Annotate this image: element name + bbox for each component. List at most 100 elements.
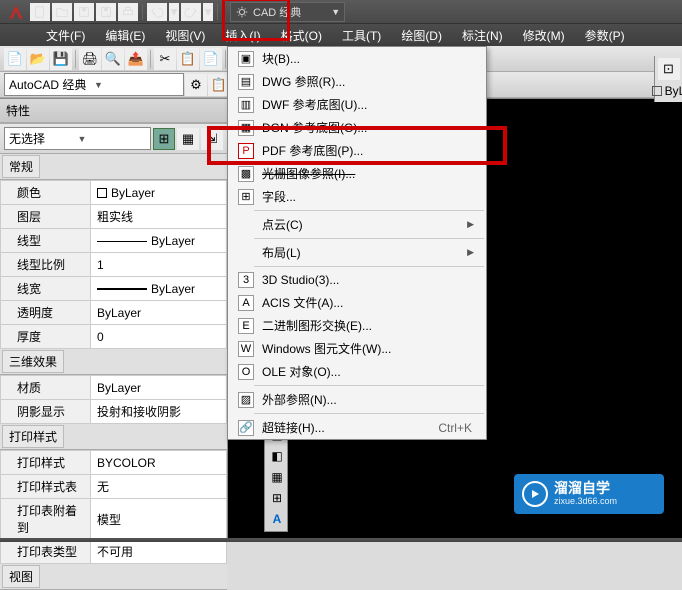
vtool-gradient-icon[interactable]: ◧ <box>267 446 287 466</box>
workspace-combo-label: AutoCAD 经典 <box>9 76 94 93</box>
menu-block[interactable]: ▣块(B)... <box>228 47 486 70</box>
table-row: 线型比例1 <box>1 253 227 277</box>
bylayer-checkbox[interactable]: ByL <box>648 82 682 100</box>
acis-icon: A <box>238 295 254 311</box>
right-tool-1-icon[interactable]: ⊡ <box>658 58 680 80</box>
menu-dimension[interactable]: 标注(N) <box>452 24 513 47</box>
tool-new-icon[interactable]: 📄 <box>4 48 26 70</box>
vtool-region-icon[interactable]: ▦ <box>267 467 287 487</box>
menu-view[interactable]: 视图(V) <box>155 24 215 47</box>
tool-save-icon[interactable]: 💾 <box>50 48 72 70</box>
qat-save-icon[interactable] <box>74 3 94 21</box>
app-logo-icon <box>4 2 28 22</box>
hyperlink-icon: 🔗 <box>238 420 254 436</box>
menu-raster-ref[interactable]: ▩光栅图像参照(I)... <box>228 162 486 185</box>
workspace-label: CAD 经典 <box>253 4 301 20</box>
quick-select-icon[interactable]: ⊞ <box>153 128 175 150</box>
chevron-down-icon: ▼ <box>94 80 179 90</box>
title-bar: ▾ ▾ CAD 经典 ▼ <box>0 0 682 24</box>
selection-combo[interactable]: 无选择 ▼ <box>4 127 151 150</box>
table-row: 打印表类型不可用 <box>1 540 227 564</box>
table-row: 打印样式表无 <box>1 475 227 499</box>
status-bar <box>0 538 682 542</box>
menu-layout[interactable]: 布局(L)▶ <box>228 241 486 264</box>
qat-new-icon[interactable] <box>30 3 50 21</box>
menu-dwf-underlay[interactable]: ▥DWF 参考底图(U)... <box>228 93 486 116</box>
menu-edit[interactable]: 编辑(E) <box>95 24 155 47</box>
tool-open-icon[interactable]: 📂 <box>27 48 49 70</box>
dxf-icon: E <box>238 318 254 334</box>
qat-undo-icon[interactable] <box>147 3 167 21</box>
watermark-text: 溜溜自学 <box>554 481 617 496</box>
dgn-icon: ▦ <box>238 120 254 136</box>
tool-publish-icon[interactable]: 📤 <box>125 48 147 70</box>
table-row: 线型ByLayer <box>1 229 227 253</box>
menu-hyperlink[interactable]: 🔗超链接(H)...Ctrl+K <box>228 416 486 439</box>
vtool-text-icon[interactable]: A <box>267 509 287 529</box>
props-general-table: 颜色ByLayer 图层粗实线 线型ByLayer 线型比例1 线宽ByLaye… <box>0 180 227 349</box>
qat-undo-dropdown-icon[interactable]: ▾ <box>169 3 179 21</box>
menu-point-cloud[interactable]: 点云(C)▶ <box>228 213 486 236</box>
gear-icon <box>235 5 249 19</box>
tool-paste-icon[interactable]: 📄 <box>200 48 222 70</box>
workspace-combo[interactable]: AutoCAD 经典 ▼ <box>4 73 184 96</box>
menu-draw[interactable]: 绘图(D) <box>391 24 452 47</box>
submenu-arrow-icon: ▶ <box>467 247 480 258</box>
qat-saveas-icon[interactable] <box>96 3 116 21</box>
menu-tools[interactable]: 工具(T) <box>332 24 391 47</box>
qat-redo-dropdown-icon[interactable]: ▾ <box>203 3 213 21</box>
pdf-icon: P <box>238 143 254 159</box>
watermark-url: zixue.3d66.com <box>554 497 617 507</box>
workspace-settings-icon[interactable]: ⚙ <box>185 74 207 96</box>
qat-redo-icon[interactable] <box>181 3 201 21</box>
menu-3d-studio[interactable]: 33D Studio(3)... <box>228 269 486 291</box>
qat-open-icon[interactable] <box>52 3 72 21</box>
tool-copy-icon[interactable]: 📋 <box>177 48 199 70</box>
vtool-table-icon[interactable]: ⊞ <box>267 488 287 508</box>
table-row: 打印样式BYCOLOR <box>1 451 227 475</box>
insert-dropdown: ▣块(B)... ▤DWG 参照(R)... ▥DWF 参考底图(U)... ▦… <box>227 46 487 440</box>
select-arrow-icon[interactable]: ⇲ <box>201 128 223 150</box>
menu-dwg-ref[interactable]: ▤DWG 参照(R)... <box>228 70 486 93</box>
menu-dgn-underlay[interactable]: ▦DGN 参考底图(G)... <box>228 116 486 139</box>
properties-panel: 特性 无选择 ▼ ⊞ ▦ ⇲ 常规 颜色ByLayer 图层粗实线 线型ByLa… <box>0 99 228 541</box>
menu-params[interactable]: 参数(P) <box>575 24 635 47</box>
3ds-icon: 3 <box>238 272 254 288</box>
menu-format[interactable]: 格式(O) <box>271 24 332 47</box>
menu-modify[interactable]: 修改(M) <box>513 24 575 47</box>
chevron-down-icon: ▼ <box>331 7 340 17</box>
tool-preview-icon[interactable]: 🔍 <box>102 48 124 70</box>
menu-xref[interactable]: ▨外部参照(N)... <box>228 388 486 411</box>
menu-wmf[interactable]: WWindows 图元文件(W)... <box>228 337 486 360</box>
tool-print-icon[interactable]: 🖨 <box>79 48 101 70</box>
raster-icon: ▩ <box>238 166 254 182</box>
menu-pdf-underlay[interactable]: PPDF 参考底图(P)... <box>228 139 486 162</box>
chevron-down-icon: ▼ <box>78 134 147 144</box>
workspace-switcher[interactable]: CAD 经典 ▼ <box>230 2 345 22</box>
menu-acis[interactable]: AACIS 文件(A)... <box>228 291 486 314</box>
table-row: 颜色ByLayer <box>1 181 227 205</box>
ole-icon: O <box>238 364 254 380</box>
menu-field[interactable]: ⊞字段... <box>228 185 486 208</box>
field-icon: ⊞ <box>238 189 254 205</box>
right-toolbar: ⊡ ByL <box>654 56 682 102</box>
dwf-icon: ▥ <box>238 97 254 113</box>
menu-binary-dxf[interactable]: E二进制图形交换(E)... <box>228 314 486 337</box>
section-view: 视图 <box>2 565 40 588</box>
menu-ole[interactable]: OOLE 对象(O)... <box>228 360 486 383</box>
tool-cut-icon[interactable]: ✂ <box>154 48 176 70</box>
block-icon: ▣ <box>238 51 254 67</box>
play-icon <box>522 481 548 507</box>
qat-print-icon[interactable] <box>118 3 138 21</box>
table-row: 透明度ByLayer <box>1 301 227 325</box>
table-row: 厚度0 <box>1 325 227 349</box>
section-3d-effects: 三维效果 <box>2 350 64 373</box>
menu-file[interactable]: 文件(F) <box>36 24 95 47</box>
select-tool-icon[interactable]: ▦ <box>177 128 199 150</box>
props-3d-table: 材质ByLayer 阴影显示投射和接收阴影 <box>0 375 227 424</box>
props-print-table: 打印样式BYCOLOR 打印样式表无 打印表附着到模型 打印表类型不可用 <box>0 450 227 564</box>
menu-insert[interactable]: 插入(I) <box>215 24 270 47</box>
submenu-arrow-icon: ▶ <box>467 219 480 230</box>
table-row: 材质ByLayer <box>1 376 227 400</box>
dwg-icon: ▤ <box>238 74 254 90</box>
